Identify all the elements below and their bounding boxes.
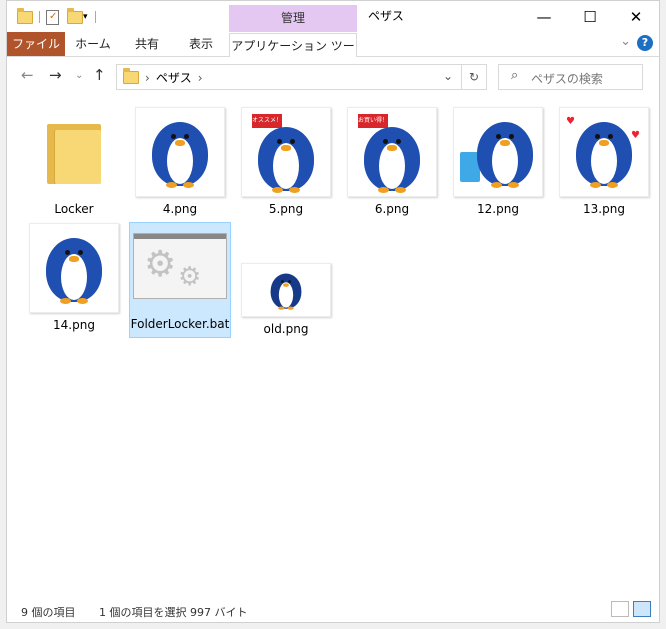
- tab-file[interactable]: ファイル: [7, 32, 65, 56]
- file-name: 5.png: [268, 202, 304, 216]
- file-item-image[interactable]: 4.png: [129, 107, 231, 216]
- penguin-thumbnail: オススメ！: [241, 107, 331, 197]
- tab-application-tools[interactable]: アプリケーション ツール: [229, 33, 357, 77]
- file-item-image[interactable]: 14.png: [23, 223, 125, 332]
- chevron-right-icon[interactable]: ›: [145, 71, 150, 85]
- properties-icon[interactable]: ✓: [46, 9, 59, 25]
- penguin-thumbnail: [29, 223, 119, 313]
- customize-arrow-icon[interactable]: ▾: [83, 12, 89, 22]
- heart-icon: ♥: [631, 130, 640, 141]
- search-placeholder: ペザスの検索: [531, 72, 603, 86]
- file-name: 4.png: [162, 202, 198, 216]
- separator: [95, 11, 96, 23]
- file-item-image[interactable]: オススメ！ 5.png: [235, 107, 337, 216]
- folder-icon: [17, 7, 33, 24]
- quick-access-toolbar: ✓ ▾: [17, 7, 102, 27]
- penguin-thumbnail: ♥ ♥: [559, 107, 649, 197]
- ribbon-expand-icon[interactable]: ⌄: [620, 34, 631, 49]
- recent-locations-chevron-icon[interactable]: ⌄: [75, 70, 83, 81]
- penguin-thumbnail: [453, 107, 543, 197]
- batch-file-thumbnail: ⚙ ⚙: [133, 233, 227, 299]
- search-box[interactable]: ⌕ ペザスの検索: [498, 64, 643, 90]
- tab-home[interactable]: ホーム: [70, 32, 116, 56]
- file-name: 14.png: [53, 318, 95, 332]
- close-button[interactable]: ✕: [613, 1, 659, 32]
- file-item-image[interactable]: お買い得！ 6.png: [341, 107, 443, 216]
- file-item-image[interactable]: old.png: [235, 223, 337, 336]
- search-icon: ⌕: [511, 68, 519, 83]
- penguin-thumbnail: お買い得！: [347, 107, 437, 197]
- folder-icon: [47, 120, 101, 184]
- forward-arrow-icon[interactable]: →: [49, 66, 62, 84]
- flag-label: オススメ！: [252, 114, 282, 128]
- penguin-thumbnail: [135, 107, 225, 197]
- file-name: Locker: [54, 202, 94, 216]
- help-icon[interactable]: ?: [637, 35, 653, 51]
- file-item-image[interactable]: ♥ ♥ 13.png: [553, 107, 655, 216]
- item-count: 9 個の項目: [21, 606, 76, 619]
- up-arrow-icon[interactable]: ↑: [93, 66, 106, 84]
- tab-share[interactable]: 共有: [124, 32, 170, 56]
- flag-label: お買い得！: [358, 114, 388, 128]
- address-dropdown-icon[interactable]: ⌄: [443, 69, 453, 83]
- address-bar[interactable]: › ペザス › ⌄: [116, 64, 462, 90]
- penguin-thumbnail: [241, 263, 331, 317]
- file-name: FolderLocker.bat: [130, 317, 230, 331]
- explorer-window: ✓ ▾ 管理 ペザス — ☐ ✕ ファイル ホーム 共有 表示 アプリケーション…: [6, 0, 660, 623]
- selection-info: 1 個の項目を選択 997 バイト: [99, 606, 248, 619]
- maximize-button[interactable]: ☐: [567, 1, 613, 32]
- file-item-image[interactable]: 12.png: [447, 107, 549, 216]
- file-list: Locker 4.png オススメ！ 5.png お買い得！ 6.png 12.…: [7, 99, 659, 591]
- title-bar: ✓ ▾ 管理 ペザス — ☐ ✕: [7, 1, 659, 32]
- gear-icon: ⚙: [144, 244, 177, 285]
- file-name: old.png: [263, 322, 309, 336]
- tab-view[interactable]: 表示: [178, 32, 224, 56]
- details-view-icon[interactable]: [611, 601, 629, 617]
- navigation-bar: ← → ⌄ ↑ › ペザス › ⌄ ↻ ⌕ ペザスの検索: [7, 57, 659, 97]
- status-bar: 9 個の項目 1 個の項目を選択 997 バイト: [7, 598, 659, 622]
- heart-icon: ♥: [566, 116, 575, 127]
- file-item-bat[interactable]: ⚙ ⚙ FolderLocker.bat: [129, 222, 231, 338]
- refresh-button[interactable]: ↻: [461, 64, 487, 90]
- file-name: 6.png: [374, 202, 410, 216]
- folder-icon: [123, 68, 139, 84]
- breadcrumb-item[interactable]: ペザス: [156, 69, 192, 86]
- file-item-folder[interactable]: Locker: [23, 107, 125, 216]
- window-title: ペザス: [368, 9, 404, 23]
- large-icons-view-icon[interactable]: [633, 601, 651, 617]
- new-folder-icon[interactable]: [67, 7, 83, 24]
- file-name: 13.png: [583, 202, 625, 216]
- file-name: 12.png: [477, 202, 519, 216]
- separator: [39, 11, 40, 23]
- chevron-right-icon[interactable]: ›: [198, 71, 203, 85]
- folder-thumbnail: [29, 107, 119, 197]
- manage-context-header: 管理: [229, 5, 357, 32]
- gear-icon: ⚙: [178, 262, 202, 292]
- minimize-button[interactable]: —: [521, 1, 567, 32]
- back-arrow-icon[interactable]: ←: [21, 66, 34, 84]
- ribbon-tabs: ファイル ホーム 共有 表示 アプリケーション ツール ⌄ ?: [7, 32, 659, 77]
